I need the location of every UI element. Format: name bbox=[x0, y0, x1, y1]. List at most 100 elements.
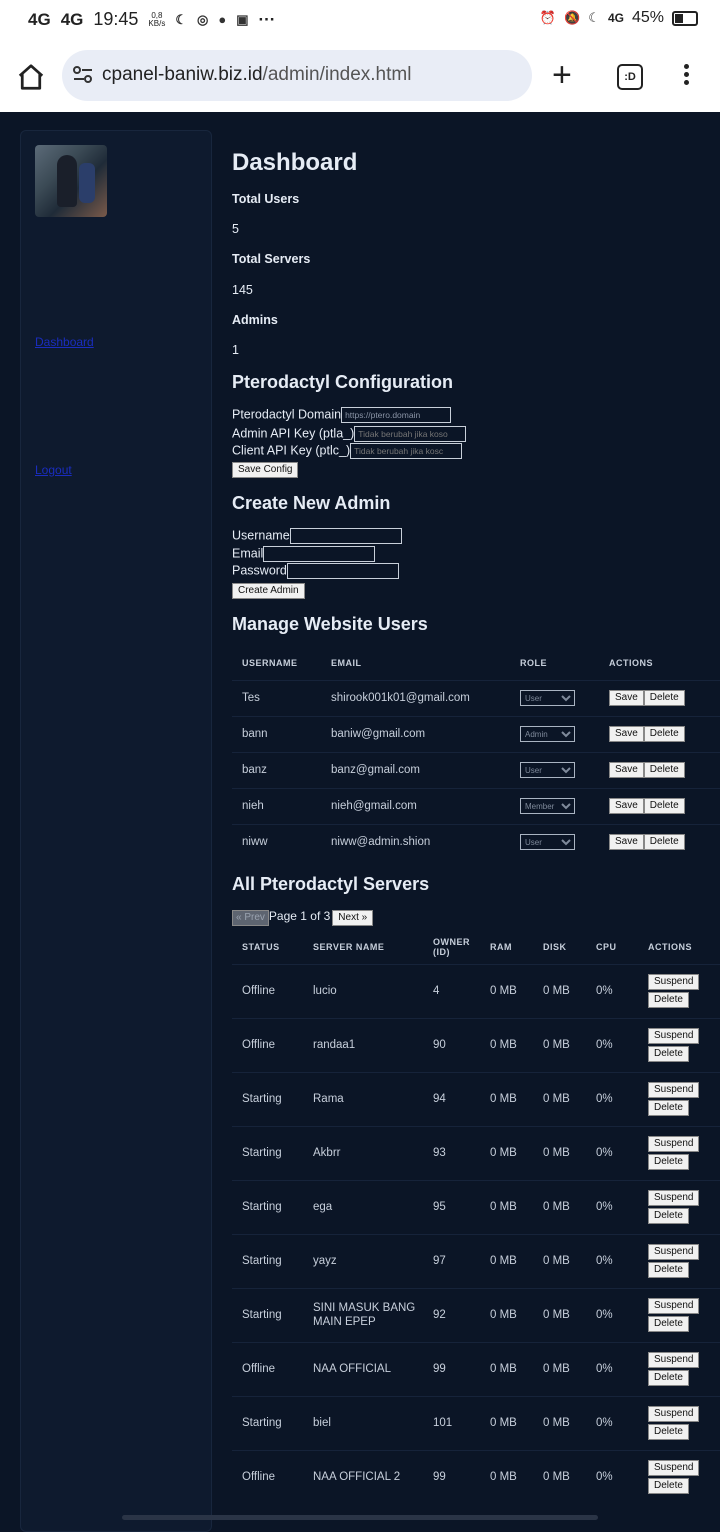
col-server-name: SERVER NAME bbox=[313, 941, 385, 952]
delete-user-button[interactable]: Delete bbox=[643, 690, 685, 706]
delete-server-button[interactable]: Delete bbox=[648, 1100, 689, 1116]
sidebar-link-logout[interactable]: Logout bbox=[35, 463, 72, 477]
create-admin-button[interactable]: Create Admin bbox=[232, 583, 305, 599]
save-user-button[interactable]: Save bbox=[609, 834, 644, 851]
admin-key-input[interactable] bbox=[354, 426, 467, 442]
user-role-cell: Member bbox=[510, 787, 599, 824]
address-bar[interactable]: cpanel-baniw.biz.id/admin/index.html bbox=[62, 50, 532, 101]
server-owner: 94 bbox=[423, 1071, 480, 1126]
create-admin-title: Create New Admin bbox=[232, 493, 391, 513]
role-select[interactable]: User bbox=[520, 762, 575, 778]
suspend-server-button[interactable]: Suspend bbox=[648, 1460, 700, 1477]
table-row: niww niww@admin.shion User Save Delete bbox=[232, 823, 720, 860]
user-actions: Save Delete bbox=[599, 787, 720, 824]
role-select[interactable]: User bbox=[520, 690, 575, 706]
role-select[interactable]: Admin bbox=[520, 726, 575, 742]
server-cpu: 0% bbox=[586, 1125, 638, 1180]
server-cpu: 0% bbox=[586, 1395, 638, 1450]
server-disk: 0 MB bbox=[533, 1017, 586, 1072]
password-row: Password bbox=[232, 563, 399, 579]
save-user-button[interactable]: Save bbox=[609, 798, 644, 814]
username-input[interactable] bbox=[289, 528, 402, 544]
password-input[interactable] bbox=[286, 563, 399, 579]
suspend-server-button[interactable]: Suspend bbox=[648, 1298, 700, 1314]
delete-server-button[interactable]: Delete bbox=[648, 1208, 689, 1224]
save-user-button[interactable]: Save bbox=[609, 726, 644, 742]
domain-label: Pterodactyl Domain bbox=[232, 407, 342, 422]
server-disk: 0 MB bbox=[533, 1395, 586, 1450]
server-ram: 0 MB bbox=[480, 1017, 533, 1072]
prev-page-button[interactable]: « Prev bbox=[232, 909, 269, 926]
browser-toolbar: cpanel-baniw.biz.id/admin/index.html + :… bbox=[0, 40, 720, 112]
table-row: Tes shirook001k01@gmail.com User Save Delete bbox=[232, 679, 720, 716]
role-select[interactable]: User bbox=[520, 834, 575, 851]
save-user-button[interactable]: Save bbox=[609, 690, 644, 706]
server-disk: 0 MB bbox=[533, 1071, 586, 1126]
sidebar: Dashboard Logout bbox=[20, 130, 212, 1532]
delete-user-button[interactable]: Delete bbox=[643, 798, 685, 814]
user-actions: Save Delete bbox=[599, 823, 720, 860]
suspend-server-button[interactable]: Suspend bbox=[648, 1136, 700, 1152]
delete-server-button[interactable]: Delete bbox=[648, 1370, 689, 1386]
suspend-server-button[interactable]: Suspend bbox=[648, 1190, 700, 1206]
admin-key-row: Admin API Key (ptla_) bbox=[232, 426, 467, 442]
delete-server-button[interactable]: Delete bbox=[648, 1424, 689, 1440]
col-status: STATUS bbox=[242, 941, 280, 952]
col-owner: OWNER (ID) bbox=[433, 936, 470, 957]
server-name: NAA OFFICIAL bbox=[303, 1341, 423, 1396]
suspend-server-button[interactable]: Suspend bbox=[648, 1028, 700, 1044]
total-users-label: Total Users bbox=[232, 192, 300, 206]
next-page-button[interactable]: Next » bbox=[332, 910, 374, 926]
save-user-button[interactable]: Save bbox=[609, 762, 644, 778]
server-disk: 0 MB bbox=[533, 1449, 586, 1504]
server-name: randaa1 bbox=[303, 1017, 423, 1072]
suspend-server-button[interactable]: Suspend bbox=[648, 1406, 700, 1422]
admin-key-label: Admin API Key (ptla_) bbox=[232, 426, 355, 441]
url-text[interactable]: cpanel-baniw.biz.id/admin/index.html bbox=[102, 64, 411, 86]
server-actions: Suspend Delete bbox=[638, 1287, 720, 1342]
client-key-input[interactable] bbox=[350, 443, 463, 459]
server-status: Starting bbox=[232, 1395, 303, 1450]
col-actions: ACTIONS bbox=[648, 941, 692, 952]
domain-row: Pterodactyl Domain bbox=[232, 407, 452, 423]
tab-switcher-button[interactable]: :D bbox=[617, 64, 643, 90]
server-cpu: 0% bbox=[586, 1449, 638, 1504]
role-select[interactable]: Member bbox=[520, 798, 575, 814]
username-row: Username bbox=[232, 528, 402, 544]
site-settings-icon[interactable] bbox=[72, 65, 94, 85]
create-admin-row: Create Admin bbox=[232, 582, 305, 599]
save-config-button[interactable]: Save Config bbox=[232, 462, 299, 478]
email-input[interactable] bbox=[263, 546, 376, 562]
server-status: Starting bbox=[232, 1233, 303, 1288]
user-email: niww@admin.shion bbox=[321, 823, 510, 860]
delete-user-button[interactable]: Delete bbox=[643, 726, 685, 742]
new-tab-icon[interactable]: + bbox=[552, 58, 572, 92]
delete-user-button[interactable]: Delete bbox=[643, 762, 685, 778]
suspend-server-button[interactable]: Suspend bbox=[648, 1244, 700, 1260]
server-status: Offline bbox=[232, 1341, 303, 1396]
dnd-icon: ☾ bbox=[588, 10, 600, 25]
server-owner: 95 bbox=[423, 1179, 480, 1234]
delete-server-button[interactable]: Delete bbox=[648, 1478, 689, 1495]
page-scroll-indicator bbox=[122, 1515, 598, 1520]
delete-user-button[interactable]: Delete bbox=[643, 834, 685, 851]
col-role: ROLE bbox=[520, 657, 548, 668]
suspend-server-button[interactable]: Suspend bbox=[648, 1082, 700, 1098]
suspend-server-button[interactable]: Suspend bbox=[648, 974, 700, 990]
delete-server-button[interactable]: Delete bbox=[648, 1316, 689, 1332]
home-icon[interactable] bbox=[16, 62, 46, 92]
delete-server-button[interactable]: Delete bbox=[648, 1262, 689, 1278]
table-row: banz banz@gmail.com User Save Delete bbox=[232, 751, 720, 788]
table-row: Starting Akbrr 93 0 MB 0 MB 0% Suspend Delete bbox=[232, 1125, 720, 1180]
table-row: Starting SINI MASUK BANG MAIN EPEP 92 0 MB 0… bbox=[232, 1287, 720, 1342]
suspend-server-button[interactable]: Suspend bbox=[648, 1352, 700, 1368]
delete-server-button[interactable]: Delete bbox=[648, 1154, 689, 1170]
sidebar-link-dashboard[interactable]: Dashboard bbox=[35, 335, 94, 349]
col-cpu: CPU bbox=[596, 941, 617, 952]
more-menu-icon[interactable] bbox=[684, 64, 692, 88]
server-name: SINI MASUK BANG MAIN EPEP bbox=[303, 1287, 423, 1342]
page-content: Dashboard Logout Dashboard Total Users 5… bbox=[0, 112, 720, 1532]
delete-server-button[interactable]: Delete bbox=[648, 1046, 689, 1062]
domain-input[interactable] bbox=[341, 407, 452, 423]
delete-server-button[interactable]: Delete bbox=[648, 992, 689, 1008]
